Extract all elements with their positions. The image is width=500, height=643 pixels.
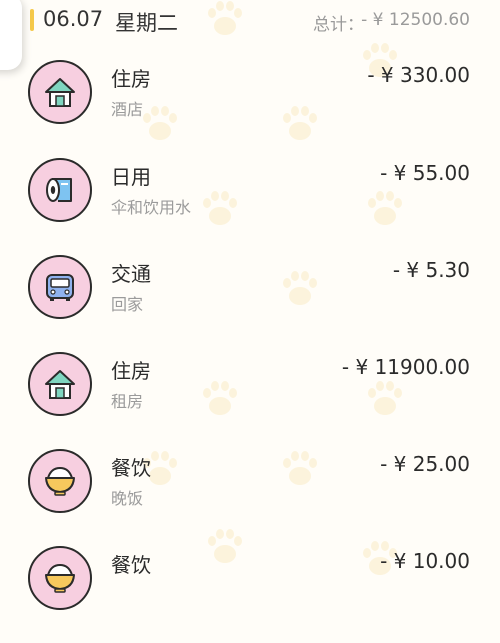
record-remark: 酒店 bbox=[111, 100, 144, 119]
floating-side-tab[interactable] bbox=[0, 0, 22, 70]
record-category: 住房 bbox=[111, 67, 151, 91]
house-icon bbox=[45, 370, 75, 399]
record-category: 日用 bbox=[111, 165, 151, 189]
record-row[interactable]: 交通 回家 - ¥ 5.30 bbox=[0, 255, 500, 352]
record-row[interactable]: 日用 伞和饮用水 - ¥ 55.00 bbox=[0, 158, 500, 255]
toilet-paper-icon bbox=[46, 178, 72, 202]
category-icon-circle bbox=[28, 255, 92, 319]
category-icon-circle bbox=[28, 449, 92, 513]
record-remark: 回家 bbox=[111, 295, 144, 314]
record-category: 餐饮 bbox=[111, 553, 151, 577]
category-icon-circle bbox=[28, 60, 92, 124]
record-amount: - ¥ 5.30 bbox=[392, 258, 470, 282]
record-amount: - ¥ 11900.00 bbox=[341, 355, 470, 379]
record-remark: 伞和饮用水 bbox=[111, 198, 192, 217]
record-category: 交通 bbox=[111, 262, 151, 286]
category-icon-circle bbox=[28, 158, 92, 222]
rice-bowl-icon bbox=[45, 467, 75, 496]
record-row[interactable]: 餐饮 晚饭 - ¥ 25.00 bbox=[0, 449, 500, 546]
category-icon-circle bbox=[28, 352, 92, 416]
record-row[interactable]: 住房 租房 - ¥ 11900.00 bbox=[0, 352, 500, 449]
house-icon bbox=[45, 78, 75, 107]
bus-icon bbox=[46, 274, 74, 301]
record-amount: - ¥ 10.00 bbox=[380, 549, 470, 573]
record-amount: - ¥ 55.00 bbox=[380, 161, 470, 185]
record-row[interactable]: 住房 酒店 - ¥ 330.00 bbox=[0, 60, 500, 157]
record-remark: 晚饭 bbox=[111, 489, 144, 508]
record-amount: - ¥ 330.00 bbox=[367, 63, 470, 87]
category-icon-circle bbox=[28, 546, 92, 610]
record-category: 住房 bbox=[111, 359, 151, 383]
record-amount: - ¥ 25.00 bbox=[380, 452, 470, 476]
record-remark: 租房 bbox=[111, 392, 144, 411]
record-row[interactable]: 餐饮 - ¥ 10.00 bbox=[0, 546, 500, 643]
record-category: 餐饮 bbox=[111, 456, 151, 480]
rice-bowl-icon bbox=[45, 564, 75, 593]
record-list: 住房 酒店 - ¥ 330.00 日用 伞和饮用水 - ¥ 55.00 交通 回… bbox=[0, 0, 500, 610]
